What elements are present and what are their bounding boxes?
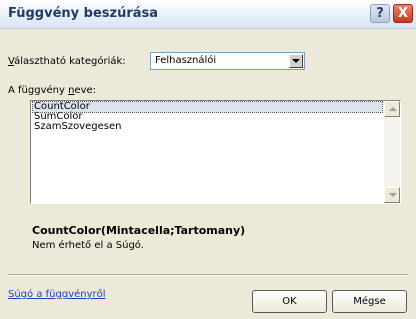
help-button[interactable]: ? <box>370 4 390 23</box>
category-select-value: Felhasználói <box>155 55 217 66</box>
insert-function-dialog: Függvény beszúrása ? X Választható kateg… <box>0 0 416 319</box>
function-listbox[interactable]: CountColor SumColor SzamSzovegesen <box>30 100 401 204</box>
function-name-label: A függvény neve: <box>8 85 96 96</box>
category-select[interactable]: Felhasználói <box>150 52 305 70</box>
list-item[interactable]: CountColor <box>32 101 383 113</box>
ok-button[interactable]: OK <box>252 290 327 313</box>
cancel-button[interactable]: Mégse <box>332 290 407 313</box>
function-description: Nem érhető el a Súgó. <box>32 240 144 251</box>
scroll-up-icon[interactable] <box>384 101 400 117</box>
help-link[interactable]: Súgó a függvényről <box>8 289 106 300</box>
category-label: Választható kategóriák: <box>8 56 126 67</box>
title-bar[interactable]: Függvény beszúrása ? X <box>0 0 416 29</box>
function-name-label-rest: eve: <box>74 85 97 96</box>
function-signature: CountColor(Mintacella;Tartomany) <box>32 224 246 237</box>
dialog-title: Függvény beszúrása <box>8 6 159 21</box>
list-item[interactable]: SzamSzovegesen <box>33 122 382 132</box>
footer-divider <box>8 274 408 276</box>
category-label-text: álasztható kategóriák: <box>14 56 126 67</box>
function-name-label-prefix: A függvény <box>8 85 69 96</box>
scroll-down-icon[interactable] <box>384 187 400 203</box>
close-button[interactable]: X <box>393 4 413 23</box>
chevron-down-icon[interactable] <box>289 54 303 68</box>
vertical-scrollbar[interactable] <box>384 101 400 203</box>
